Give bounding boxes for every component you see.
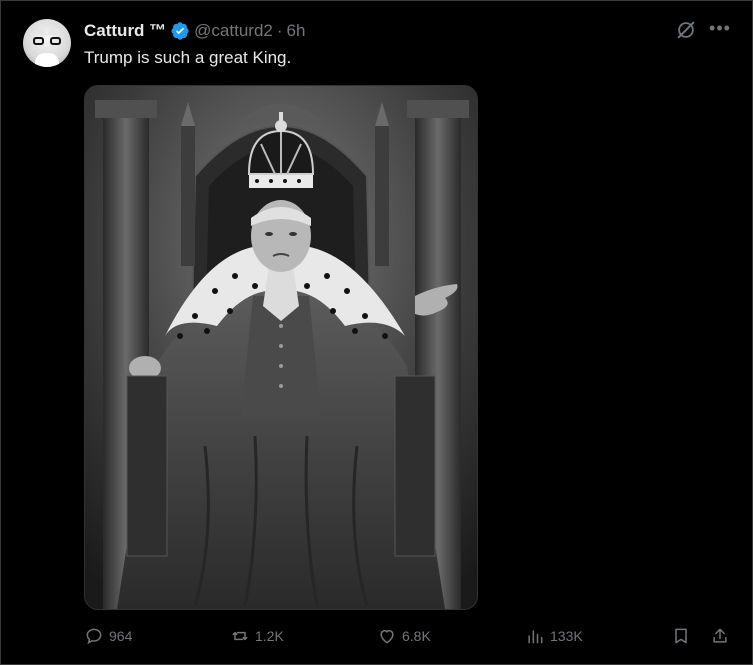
glasses-icon bbox=[33, 37, 61, 45]
like-button[interactable]: 6.8K bbox=[377, 623, 431, 649]
bookmark-icon bbox=[675, 628, 687, 644]
like-count: 6.8K bbox=[402, 628, 431, 644]
cat-body bbox=[35, 53, 59, 67]
views-button[interactable]: 133K bbox=[525, 623, 583, 649]
repost-button[interactable]: 1.2K bbox=[230, 623, 284, 649]
tweet-header: Catturd ™ @catturd2 · 6h bbox=[84, 20, 305, 42]
more-icon[interactable]: ••• bbox=[707, 17, 733, 43]
repost-icon bbox=[232, 631, 248, 641]
author-avatar[interactable] bbox=[23, 19, 71, 67]
cat-ear-right bbox=[47, 25, 59, 35]
tweet-card: Catturd ™ @catturd2 · 6h Trump is such a… bbox=[0, 0, 753, 665]
tweet-media-image[interactable] bbox=[84, 85, 478, 610]
king-on-throne-illustration bbox=[85, 86, 477, 609]
tweet-text: Trump is such a great King. bbox=[84, 48, 292, 67]
heart-icon bbox=[380, 629, 394, 644]
repost-count: 1.2K bbox=[255, 628, 284, 644]
views-count: 133K bbox=[550, 628, 583, 644]
share-icon bbox=[713, 628, 727, 643]
reply-button[interactable]: 964 bbox=[84, 623, 132, 649]
reply-icon bbox=[86, 628, 102, 645]
grok-icon[interactable] bbox=[675, 19, 697, 41]
reply-count: 964 bbox=[109, 628, 133, 644]
cat-ear-left bbox=[35, 25, 47, 35]
tweet-timestamp[interactable]: 6h bbox=[287, 20, 306, 42]
author-display-name[interactable]: Catturd ™ bbox=[84, 20, 166, 42]
separator-dot: · bbox=[276, 21, 283, 40]
share-button[interactable] bbox=[710, 623, 730, 649]
author-handle[interactable]: @catturd2 bbox=[194, 20, 273, 42]
verified-badge-icon bbox=[170, 21, 190, 41]
bookmark-button[interactable] bbox=[671, 623, 691, 649]
tweet-actions-bar: 964 1.2K 6.8K 133K bbox=[84, 623, 734, 651]
views-icon bbox=[528, 630, 543, 644]
